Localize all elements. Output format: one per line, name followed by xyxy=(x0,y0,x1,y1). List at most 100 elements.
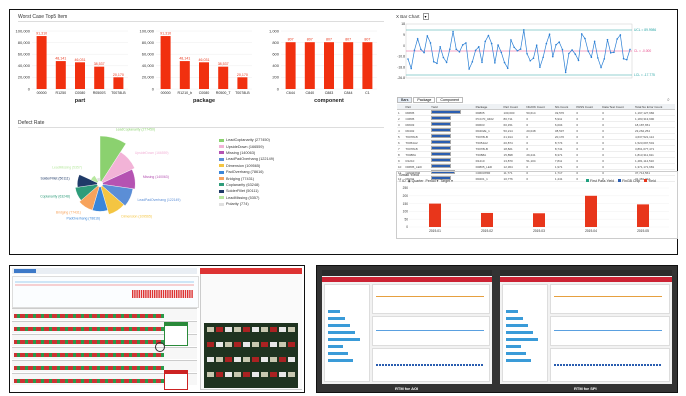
tab-bars[interactable]: Bars xyxy=(397,97,413,103)
pie-slice-label: LeadPadOverhang (122149) xyxy=(137,198,180,202)
y-tick-label: 50 xyxy=(404,217,408,221)
xbar-point xyxy=(519,48,522,50)
x-tick-label: C840 xyxy=(306,91,315,95)
pcb-component xyxy=(270,357,277,362)
screen-bar xyxy=(506,310,518,313)
xbar-point xyxy=(477,45,480,48)
pcb-component xyxy=(288,342,295,347)
rtm-tab[interactable] xyxy=(14,269,36,273)
bar-value-label: 46,031 xyxy=(75,58,86,62)
pcb-component xyxy=(252,327,259,332)
pcb-component xyxy=(288,327,295,332)
y-tick-label: 800 xyxy=(272,40,279,45)
yield-bar xyxy=(431,158,452,162)
xbar-point xyxy=(545,42,548,45)
x-tick-label: 2019-02 xyxy=(481,229,493,233)
screen-bar xyxy=(328,338,360,341)
trend-bar xyxy=(158,290,160,298)
rtm-lane[interactable] xyxy=(12,308,197,320)
screen-bar xyxy=(328,317,345,320)
axis-title: package xyxy=(193,98,215,104)
divider xyxy=(18,21,384,22)
xbar-point xyxy=(516,49,519,52)
y-tick-label: 0 xyxy=(152,86,155,91)
bar-value-label: 807 xyxy=(326,38,332,42)
rtm-lane[interactable] xyxy=(12,347,197,359)
xbar-point xyxy=(506,67,509,70)
bar xyxy=(94,66,105,89)
target-select[interactable]: Target ▾ xyxy=(440,179,452,183)
pcb-component xyxy=(207,372,214,377)
x-tick-label: 2019-04 xyxy=(585,229,597,233)
radio-quarter[interactable]: ◉ Quarter xyxy=(408,179,424,183)
xbar-title: X Bar Chart xyxy=(396,14,420,19)
y-tick-label: -10.8 xyxy=(397,55,405,59)
pcb-component xyxy=(261,357,268,362)
screen-bar xyxy=(328,345,343,348)
xbar-point xyxy=(580,33,583,35)
xbar-point xyxy=(429,42,432,44)
pcb-component xyxy=(243,357,250,362)
pie-slice-label: PadOverhang (78616) xyxy=(66,216,100,220)
pcb-component xyxy=(279,372,286,377)
legend-label: PadOverhang (78616) xyxy=(226,170,264,175)
bar xyxy=(36,36,47,89)
xbar-point xyxy=(420,48,422,51)
magnifier-icon[interactable] xyxy=(155,342,165,352)
xbar-point xyxy=(432,60,435,63)
xbar-point xyxy=(523,29,525,31)
legend-label: Dimension (109565) xyxy=(226,163,261,168)
trend-bar xyxy=(134,290,136,298)
trend-bar xyxy=(138,290,140,298)
legend-swatch xyxy=(219,170,224,174)
legend-label: Missing (140063) xyxy=(226,150,256,155)
period-select[interactable]: Period ▾ xyxy=(426,179,439,183)
rtm-spi-screen xyxy=(500,270,672,384)
defect-pie-chart: LeadCoplanarity (277450) UpsideDown (1665… xyxy=(40,128,180,220)
defect-rate-title: Defect Rate xyxy=(18,120,45,126)
xbar-point xyxy=(471,61,474,63)
search-icon[interactable]: ⌕ xyxy=(667,97,670,103)
pie-slice-label: SolderFillet (50111) xyxy=(41,177,70,181)
xbar-point xyxy=(568,52,570,55)
pcb-component xyxy=(225,357,232,362)
yield-bar xyxy=(533,213,545,227)
radio-id[interactable]: ○ ID xyxy=(399,179,406,183)
pie-slice-label: UpsideDown (166559) xyxy=(135,151,169,155)
trend-bar xyxy=(149,290,151,298)
xbar-point xyxy=(606,38,609,41)
xbar-point xyxy=(548,33,551,35)
screen-bar xyxy=(506,359,531,362)
xbar-point xyxy=(458,51,461,53)
tab-component[interactable]: Component xyxy=(436,97,463,103)
y-tick-label: 100,000 xyxy=(16,28,31,33)
screen-bar xyxy=(328,359,353,362)
pie-slice-label: Missing (140063) xyxy=(143,175,169,179)
pcb-component xyxy=(216,357,223,362)
tab-package[interactable]: Package xyxy=(413,97,436,103)
xbar-point xyxy=(551,55,554,58)
legend-label: UpsideDown (166559) xyxy=(226,144,264,149)
bar-value-label: 807 xyxy=(288,38,294,42)
bar xyxy=(362,42,373,89)
trend-bar xyxy=(140,290,143,298)
pcb-component xyxy=(261,327,268,332)
xbar-dropdown[interactable]: ▾ xyxy=(422,13,429,20)
xbar-point xyxy=(590,56,593,59)
bar xyxy=(199,62,209,89)
xbar-point xyxy=(529,59,532,62)
pcb-component xyxy=(270,372,277,377)
y-tick-label: 0 xyxy=(28,86,31,91)
yield-bar xyxy=(431,116,452,120)
yield-bar xyxy=(431,110,462,114)
y-tick-label: 250 xyxy=(403,186,409,190)
trend-bar xyxy=(160,290,162,298)
xbar-point xyxy=(629,48,631,51)
xbar-point xyxy=(484,40,487,43)
xbar-point xyxy=(526,52,528,55)
legend-swatch xyxy=(219,183,224,187)
xbar-point xyxy=(532,57,535,60)
screen-bar xyxy=(328,331,355,334)
pcb-component xyxy=(225,342,232,347)
x-tick-label: C844 xyxy=(344,91,353,95)
